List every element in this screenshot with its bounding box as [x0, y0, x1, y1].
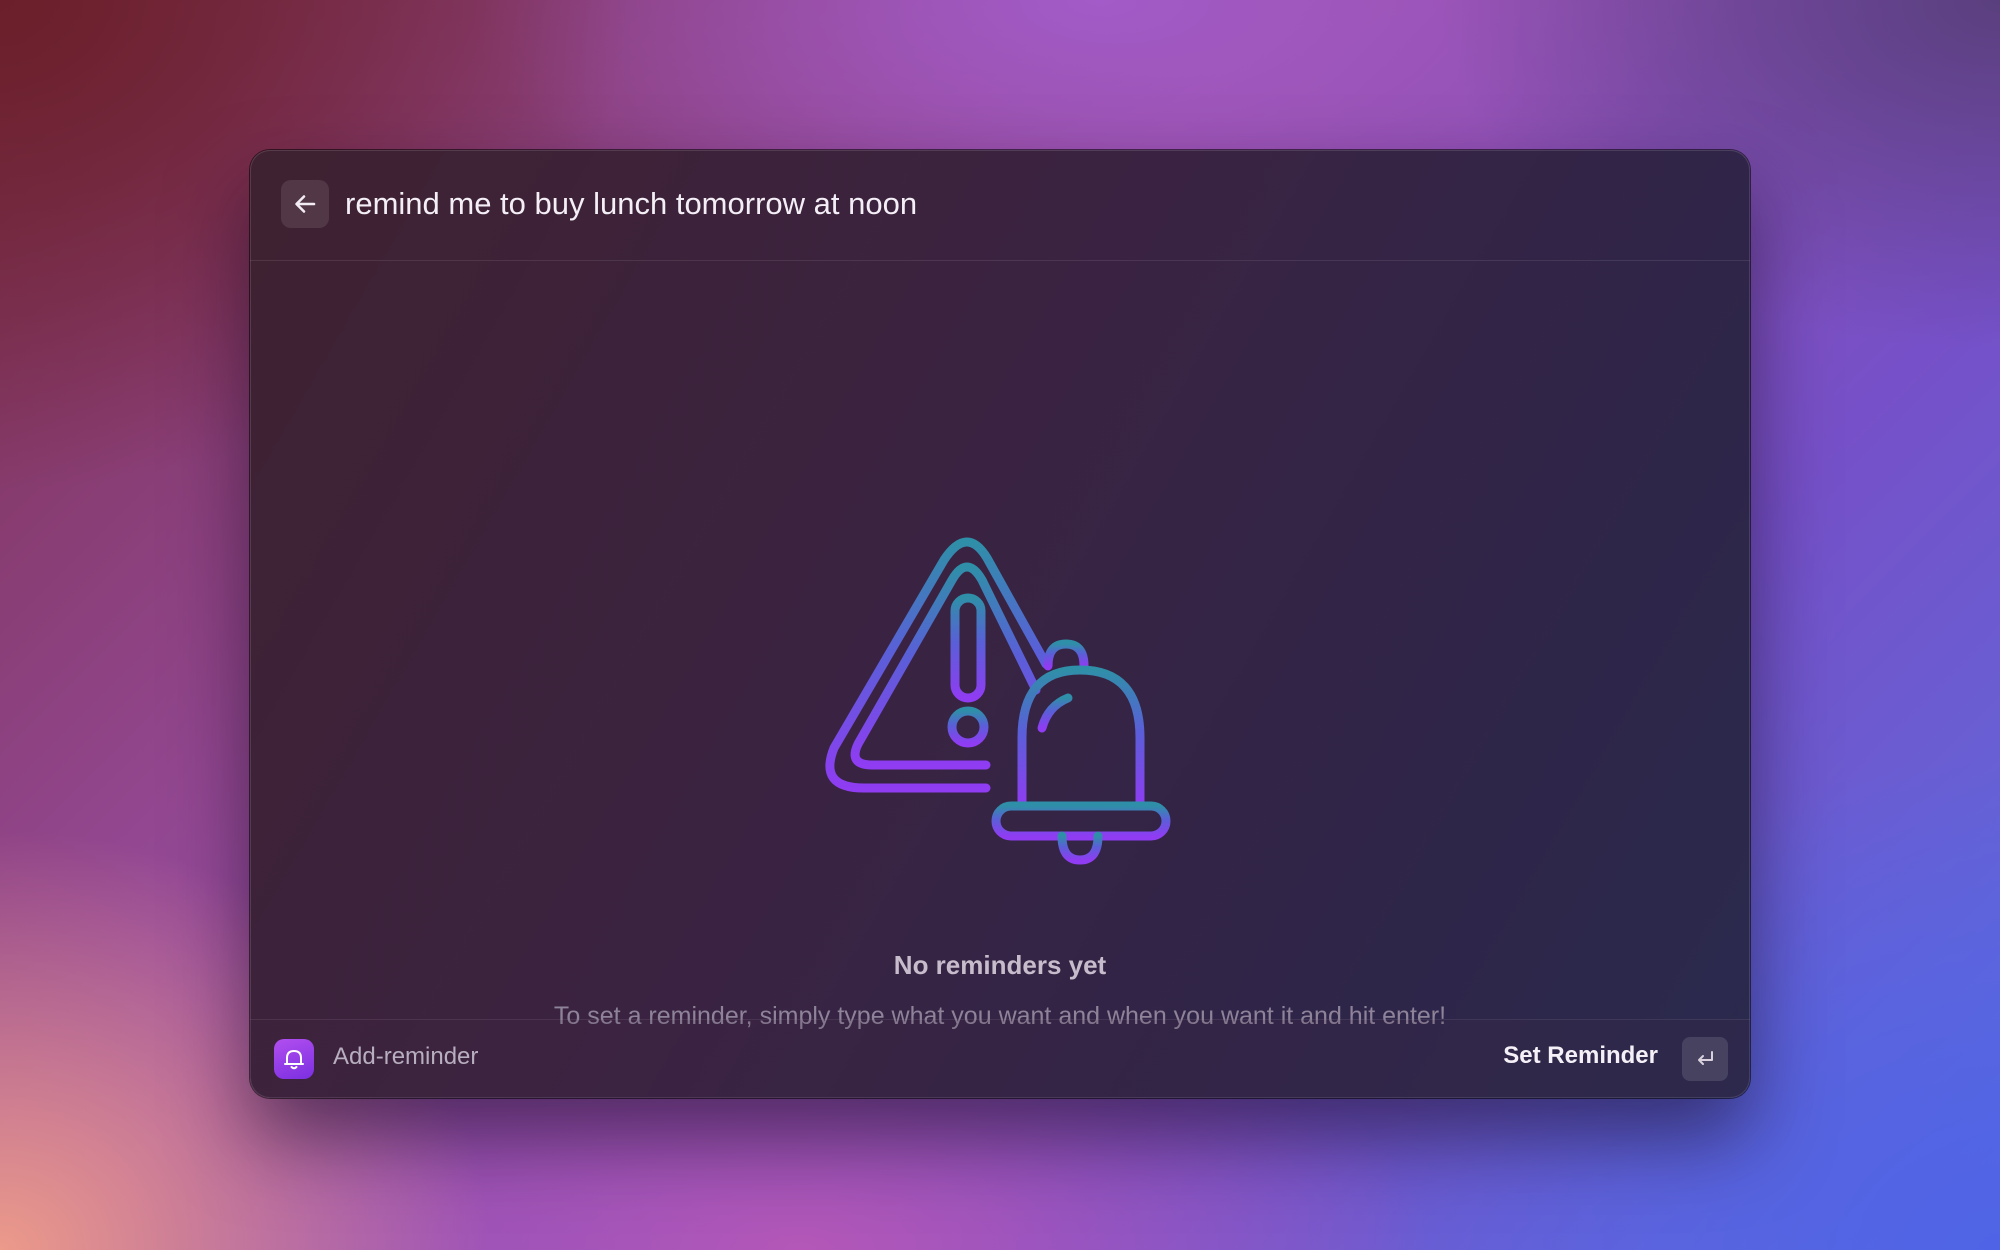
search-input[interactable]: [345, 176, 1645, 232]
warning-triangle-bell-icon: [825, 537, 1171, 865]
back-button[interactable]: [281, 180, 329, 228]
empty-state-title: No reminders yet: [893, 950, 1107, 980]
set-reminder-button[interactable]: Set Reminder: [1503, 1042, 1658, 1070]
command-name: Add-reminder: [333, 1043, 479, 1070]
action-bar: Add-reminder Set Reminder: [250, 1019, 1750, 1098]
bell-glyph: [284, 1050, 304, 1070]
search-bar: [250, 150, 1750, 261]
bell-icon: [274, 1039, 314, 1079]
raycast-window: No reminders yet To set a reminder, simp…: [250, 150, 1750, 1098]
arrow-left-icon: [295, 195, 316, 213]
empty-state: No reminders yet To set a reminder, simp…: [250, 260, 1750, 1098]
desktop-background: No reminders yet To set a reminder, simp…: [0, 0, 2000, 1250]
return-key-icon[interactable]: [1682, 1037, 1728, 1081]
return-glyph: [1698, 1051, 1713, 1065]
